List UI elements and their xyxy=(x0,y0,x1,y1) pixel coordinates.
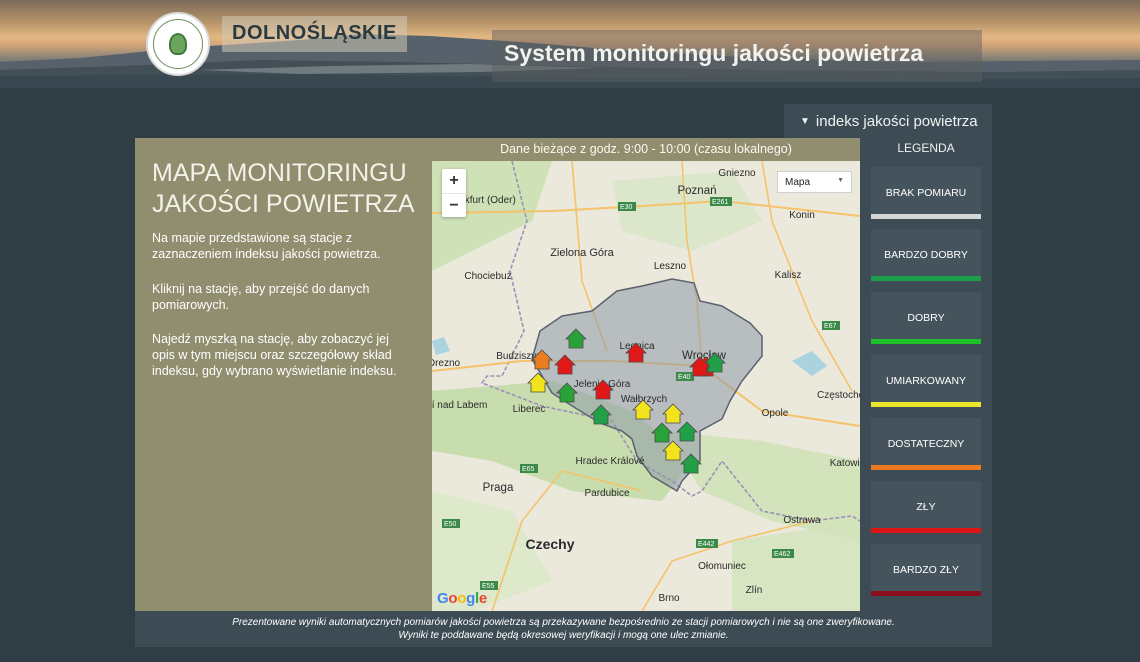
panel-title: MAPA MONITORINGU JAKOŚCI POWIETRZA xyxy=(152,159,415,218)
system-title: System monitoringu jakości powietrza xyxy=(492,30,982,82)
caret-down-icon: ▼ xyxy=(837,177,844,184)
map-type-select[interactable]: Mapa ▼ xyxy=(777,171,852,193)
triangle-down-icon: ▼ xyxy=(800,116,810,127)
place-label-praga: Praga xyxy=(483,482,514,494)
current-data-time: Dane bieżące z godz. 9:00 - 10:00 (czasu… xyxy=(500,142,792,156)
place-label-chociebuz: Chociebuż xyxy=(464,271,511,282)
region-label: DOLNOŚLĄSKIE xyxy=(222,16,407,52)
legend-item-label: DOSTATECZNY xyxy=(887,438,965,450)
place-label-czechy: Czechy xyxy=(525,536,574,552)
intro-paragraph: Na mapie przedstawione są stacje z zazna… xyxy=(152,231,381,261)
place-label-konin: Konin xyxy=(789,210,815,221)
index-selector[interactable]: ▼ indeks jakości powietrza xyxy=(784,104,992,138)
road-label-e65: E65 xyxy=(522,466,535,473)
legend-color-bar xyxy=(871,402,981,407)
map-type-value: Mapa xyxy=(785,177,811,188)
place-label-olomuniec: Ołomuniec xyxy=(698,561,746,572)
zoom-out-button[interactable]: − xyxy=(442,193,466,217)
legend-item-label: BARDZO DOBRY xyxy=(884,249,968,261)
place-label-brno: Brno xyxy=(658,593,680,604)
place-label-opole: Opole xyxy=(762,408,789,419)
legend-item: DOSTATECZNY xyxy=(871,418,981,470)
legend-item: BARDZO DOBRY xyxy=(871,229,981,281)
click-hint-paragraph: Kliknij na stację, aby przejść do danych… xyxy=(152,282,370,312)
legend-item: BARDZO ZŁY xyxy=(871,544,981,596)
legend-item-label: UMIARKOWANY xyxy=(885,375,967,387)
legend-item-label: DOBRY xyxy=(907,312,945,324)
place-label-zielona-gora: Zielona Góra xyxy=(550,247,614,259)
zoom-in-button[interactable]: + xyxy=(442,169,466,193)
google-logo: Google xyxy=(437,590,487,607)
road-label-e40: E40 xyxy=(678,374,691,381)
legend-item: DOBRY xyxy=(871,292,981,344)
place-label-katowice: Katowice xyxy=(830,458,860,469)
legend-item: ZŁY xyxy=(871,481,981,533)
place-label-poznan: Poznań xyxy=(677,185,716,197)
road-label-e462: E462 xyxy=(774,551,790,558)
road-label-e442: E442 xyxy=(698,541,714,548)
legend-item: UMIARKOWANY xyxy=(871,355,981,407)
legend-color-bar xyxy=(871,528,981,533)
legend-color-bar xyxy=(871,276,981,281)
place-label-pardubice: Pardubice xyxy=(584,488,629,499)
road-label-e55: E55 xyxy=(482,583,495,590)
road-label-e30: E30 xyxy=(620,204,633,211)
disclaimer-footer: Prezentowane wyniki automatycznych pomia… xyxy=(135,611,992,647)
place-label-zlin: Zlín xyxy=(746,585,763,596)
road-label-e261: E261 xyxy=(712,199,728,206)
legend-color-bar xyxy=(871,465,981,470)
legend-item-label: BRAK POMIARU xyxy=(885,187,967,199)
place-label-liberec: Liberec xyxy=(513,404,546,415)
place-label-ostrawa: Ostrawa xyxy=(783,515,821,526)
legend-color-bar xyxy=(871,591,981,596)
road-label-e50: E50 xyxy=(444,521,457,528)
wios-logo[interactable] xyxy=(146,12,210,76)
road-label-e67: E67 xyxy=(824,323,837,330)
legend-color-bar xyxy=(871,214,981,219)
legend-color-bar xyxy=(871,339,981,344)
place-label-usti: Ústí nad Labem xyxy=(432,398,487,411)
air-quality-map[interactable]: Gniezno Poznań Frankfurt (Oder) Konin Zi… xyxy=(432,161,860,611)
legend-item-label: ZŁY xyxy=(916,501,936,513)
legend-item-label: BARDZO ZŁY xyxy=(893,564,959,576)
legend-title: LEGENDA xyxy=(897,141,955,155)
leaf-emblem-icon xyxy=(169,33,187,55)
disclaimer-line-1: Prezentowane wyniki automatycznych pomia… xyxy=(232,617,895,628)
index-selector-label: indeks jakości powietrza xyxy=(815,113,978,130)
place-label-gniezno: Gniezno xyxy=(718,168,756,179)
place-label-hradec: Hradec Králové xyxy=(576,456,645,467)
place-label-czestochowa: Częstochowa xyxy=(817,390,860,401)
place-label-drezno: Drezno xyxy=(432,358,461,369)
disclaimer-line-2: Wyniki te poddawane będą okresowej weryf… xyxy=(398,630,729,641)
place-label-leszno: Leszno xyxy=(654,261,687,272)
place-label-kalisz: Kalisz xyxy=(775,270,802,281)
legend-item: BRAK POMIARU xyxy=(871,167,981,219)
hover-hint-paragraph: Najedź myszką na stację, aby zobaczyć je… xyxy=(152,332,397,378)
zoom-control: + − xyxy=(442,169,466,217)
map-canvas: Gniezno Poznań Frankfurt (Oder) Konin Zi… xyxy=(432,161,860,611)
